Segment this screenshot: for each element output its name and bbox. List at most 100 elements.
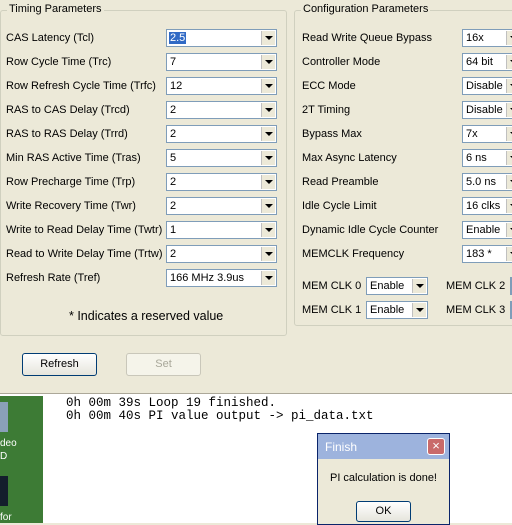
desktop-shortcut-icon[interactable] bbox=[0, 476, 8, 506]
timing-row-select[interactable]: 2 bbox=[166, 197, 277, 215]
chevron-down-icon[interactable] bbox=[412, 279, 426, 293]
chevron-down-icon[interactable] bbox=[261, 55, 275, 69]
timing-parameters-title: Timing Parameters bbox=[7, 3, 104, 15]
chevron-down-icon[interactable] bbox=[506, 127, 512, 141]
chevron-down-icon[interactable] bbox=[261, 199, 275, 213]
desktop-label: deo bbox=[0, 438, 17, 449]
refresh-button[interactable]: Refresh bbox=[22, 353, 97, 376]
config-row-select[interactable]: Disable bbox=[462, 77, 512, 95]
config-row-value: 183 * bbox=[466, 248, 492, 260]
config-row-select[interactable]: 64 bit bbox=[462, 53, 512, 71]
timing-row-select[interactable]: 7 bbox=[166, 53, 277, 71]
timing-row-value: 1 bbox=[170, 224, 177, 236]
timing-row-select[interactable]: 2 bbox=[166, 101, 277, 119]
timing-row-select[interactable]: 2.5 bbox=[166, 29, 277, 47]
config-row-select[interactable]: Disable bbox=[462, 101, 512, 119]
config-row-label: MEMCLK Frequency bbox=[302, 248, 405, 260]
timing-row-value: 2 bbox=[170, 248, 177, 260]
memclk-select[interactable]: Enable bbox=[366, 301, 428, 319]
memclk-value: Enable bbox=[370, 280, 405, 292]
config-row-value: 7x bbox=[466, 128, 478, 140]
config-row-label: ECC Mode bbox=[302, 80, 356, 92]
timing-row-label: RAS to RAS Delay (Trrd) bbox=[6, 128, 128, 140]
config-row-label: 2T Timing bbox=[302, 104, 351, 116]
timing-row-value: 166 MHz 3.9us bbox=[170, 272, 244, 284]
config-row-value: 16x bbox=[466, 32, 484, 44]
config-row-value: 6 ns bbox=[466, 152, 487, 164]
memclk-label: MEM CLK 2 bbox=[446, 280, 506, 292]
chevron-down-icon[interactable] bbox=[506, 247, 512, 261]
chevron-down-icon[interactable] bbox=[506, 199, 512, 213]
config-row-select[interactable]: 16x bbox=[462, 29, 512, 47]
config-row-select[interactable]: Enable bbox=[462, 221, 512, 239]
timing-row-label: Row Refresh Cycle Time (Trfc) bbox=[6, 80, 156, 92]
memclk-select[interactable]: Enable bbox=[366, 277, 428, 295]
timing-row-value: 5 bbox=[170, 152, 177, 164]
chevron-down-icon[interactable] bbox=[261, 103, 275, 117]
timing-row-value: 2 bbox=[170, 128, 177, 140]
dialog-titlebar[interactable]: Finish × bbox=[318, 434, 449, 459]
timing-row-label: RAS to CAS Delay (Trcd) bbox=[6, 104, 130, 116]
timing-row-select[interactable]: 2 bbox=[166, 245, 277, 263]
timing-row-select[interactable]: 166 MHz 3.9us bbox=[166, 269, 277, 287]
timing-row-value: 2.5 bbox=[169, 32, 187, 44]
config-row-select[interactable]: 6 ns bbox=[462, 149, 512, 167]
chevron-down-icon[interactable] bbox=[506, 175, 512, 189]
timing-row-label: Refresh Rate (Tref) bbox=[6, 272, 101, 284]
chevron-down-icon[interactable] bbox=[261, 79, 275, 93]
config-row-label: Max Async Latency bbox=[302, 152, 397, 164]
chevron-down-icon[interactable] bbox=[261, 31, 275, 45]
timing-row-value: 2 bbox=[170, 176, 177, 188]
config-row-value: Disable bbox=[466, 104, 503, 116]
desktop-label: for bbox=[0, 512, 12, 523]
config-row-select[interactable]: 5.0 ns bbox=[462, 173, 512, 191]
timing-row-select[interactable]: 12 bbox=[166, 77, 277, 95]
config-row-value: 5.0 ns bbox=[466, 176, 496, 188]
desktop-label: D bbox=[0, 451, 8, 462]
timing-row-label: Write to Read Delay Time (Twtr) bbox=[6, 224, 163, 236]
config-row-label: Bypass Max bbox=[302, 128, 362, 140]
chevron-down-icon[interactable] bbox=[506, 55, 512, 69]
memclk-label: MEM CLK 3 bbox=[446, 304, 506, 316]
chevron-down-icon[interactable] bbox=[261, 223, 275, 237]
chevron-down-icon[interactable] bbox=[506, 31, 512, 45]
memclk-label: MEM CLK 1 bbox=[302, 304, 362, 316]
timing-row-label: CAS Latency (Tcl) bbox=[6, 32, 95, 44]
chevron-down-icon[interactable] bbox=[506, 103, 512, 117]
finish-dialog: Finish × PI calculation is done! OK bbox=[317, 433, 450, 525]
reserved-value-note: * Indicates a reserved value bbox=[69, 309, 224, 323]
chevron-down-icon[interactable] bbox=[261, 127, 275, 141]
chevron-down-icon[interactable] bbox=[412, 303, 426, 317]
desktop-shortcut-icon[interactable] bbox=[0, 402, 8, 432]
memclk-label: MEM CLK 0 bbox=[302, 280, 362, 292]
chevron-down-icon[interactable] bbox=[261, 271, 275, 285]
timing-row-select[interactable]: 2 bbox=[166, 125, 277, 143]
config-row-label: Read Write Queue Bypass bbox=[302, 32, 433, 44]
dialog-title: Finish bbox=[325, 440, 358, 454]
console-line: 0h 00m 40s PI value output -> pi_data.tx… bbox=[66, 409, 374, 423]
config-row-value: Enable bbox=[466, 224, 501, 236]
timing-row-select[interactable]: 1 bbox=[166, 221, 277, 239]
ok-button[interactable]: OK bbox=[356, 501, 411, 522]
chevron-down-icon[interactable] bbox=[506, 79, 512, 93]
config-row-select[interactable]: 183 * bbox=[462, 245, 512, 263]
chevron-down-icon[interactable] bbox=[506, 223, 512, 237]
timing-row-value: 12 bbox=[170, 80, 183, 92]
chevron-down-icon[interactable] bbox=[261, 247, 275, 261]
config-row-label: Read Preamble bbox=[302, 176, 379, 188]
config-row-select[interactable]: 16 clks bbox=[462, 197, 512, 215]
set-button[interactable]: Set bbox=[126, 353, 201, 376]
chevron-down-icon[interactable] bbox=[261, 151, 275, 165]
desktop-area: deo D for bbox=[0, 396, 43, 523]
config-row-value: 64 bit bbox=[466, 56, 493, 68]
timing-row-label: Write Recovery Time (Twr) bbox=[6, 200, 136, 212]
chevron-down-icon[interactable] bbox=[261, 175, 275, 189]
timing-row-select[interactable]: 2 bbox=[166, 173, 277, 191]
chevron-down-icon[interactable] bbox=[506, 151, 512, 165]
timing-row-select[interactable]: 5 bbox=[166, 149, 277, 167]
memclk-value: Enable bbox=[370, 304, 405, 316]
close-icon[interactable]: × bbox=[427, 438, 445, 455]
timing-row-label: Min RAS Active Time (Tras) bbox=[6, 152, 141, 164]
timing-row-label: Row Cycle Time (Trc) bbox=[6, 56, 112, 68]
config-row-select[interactable]: 7x bbox=[462, 125, 512, 143]
